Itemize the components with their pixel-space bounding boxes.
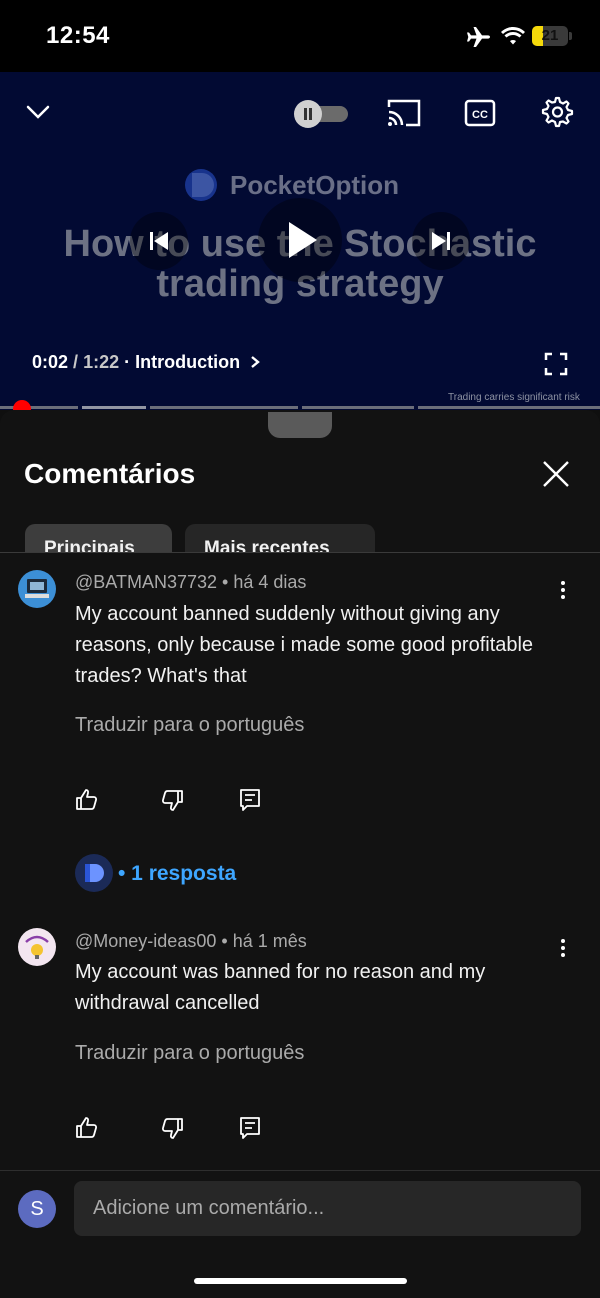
dislike-icon[interactable] <box>160 788 184 812</box>
translate-link[interactable]: Traduzir para o português <box>75 714 304 737</box>
cast-icon[interactable] <box>386 98 422 128</box>
avatar[interactable] <box>18 928 56 966</box>
skip-previous-icon <box>150 232 168 250</box>
duration: 1:22 <box>83 352 120 372</box>
autoplay-toggle[interactable] <box>294 100 350 128</box>
dislike-icon[interactable] <box>160 1116 184 1140</box>
battery-level: 21 <box>541 27 559 44</box>
chevron-right-icon[interactable] <box>249 355 261 369</box>
like-icon[interactable] <box>75 1116 99 1140</box>
comment-age: há 1 mês <box>232 931 307 951</box>
previous-button[interactable] <box>130 212 188 270</box>
translate-link[interactable]: Traduzir para o português <box>75 1042 304 1065</box>
chapter-segment <box>418 406 600 409</box>
status-time: 12:54 <box>46 22 110 49</box>
comment-text: My account was banned for no reason and … <box>75 961 486 1014</box>
like-icon[interactable] <box>75 788 99 812</box>
divider <box>0 1170 600 1171</box>
close-icon[interactable] <box>540 458 572 490</box>
chevron-down-icon[interactable] <box>24 98 52 126</box>
reply-icon[interactable] <box>238 1116 262 1140</box>
comment-text: My account banned suddenly without givin… <box>75 603 534 687</box>
playhead-scrubber[interactable] <box>13 400 31 410</box>
drag-handle[interactable] <box>268 412 332 438</box>
comment-meta: @Money-ideas00 • há 1 mês <box>75 931 307 951</box>
reply-author-avatar[interactable] <box>75 854 113 892</box>
chapter-segment <box>150 406 298 409</box>
battery-icon: 21 <box>532 26 572 46</box>
time-separator: / <box>73 352 79 372</box>
brand-name: PocketOption <box>230 170 400 200</box>
comment-age: há 4 dias <box>233 572 307 592</box>
view-replies-link[interactable]: • 1 resposta <box>118 862 236 886</box>
chapter-segment <box>82 406 146 409</box>
closed-captions-icon[interactable]: CC <box>464 98 496 128</box>
pause-icon <box>294 100 322 128</box>
avatar-image <box>25 579 49 598</box>
video-player[interactable]: CC PocketOption How to use the Stochasti… <box>0 72 600 410</box>
reply-icon[interactable] <box>238 788 262 812</box>
svg-text:CC: CC <box>472 109 488 121</box>
skip-next-icon <box>432 232 450 250</box>
next-button[interactable] <box>412 212 470 270</box>
comment-meta: @BATMAN37732 • há 4 dias <box>75 572 307 592</box>
airplane-mode-icon <box>467 27 490 47</box>
current-time: 0:02 <box>32 352 69 372</box>
risk-disclaimer: Trading carries significant risk <box>448 392 580 403</box>
comment-author[interactable]: @Money-ideas00 <box>75 931 216 951</box>
comments-panel: Comentários Principais Mais recentes @BA… <box>0 410 600 1298</box>
status-bar: 12:54 21 <box>0 0 600 72</box>
chapter-title[interactable]: Introduction <box>135 352 240 372</box>
play-button[interactable] <box>258 198 342 282</box>
pocketoption-logo-icon <box>185 169 217 201</box>
more-options-icon[interactable] <box>553 938 573 958</box>
add-comment-input[interactable] <box>74 1181 581 1236</box>
play-icon <box>289 222 317 258</box>
time-display: 0:02 / 1:22 · Introduction <box>32 352 261 373</box>
avatar-image <box>25 935 49 959</box>
wifi-icon <box>501 27 525 45</box>
panel-title: Comentários <box>24 458 196 489</box>
home-indicator[interactable] <box>194 1278 407 1284</box>
more-options-icon[interactable] <box>553 580 573 600</box>
comment-author[interactable]: @BATMAN37732 <box>75 572 217 592</box>
chapter-segment <box>302 406 414 409</box>
divider <box>0 552 600 553</box>
pocketoption-logo-icon <box>85 864 104 882</box>
settings-gear-icon[interactable] <box>538 94 574 130</box>
fullscreen-icon[interactable] <box>544 352 568 376</box>
avatar[interactable] <box>18 570 56 608</box>
chapter-segment <box>0 406 78 409</box>
current-user-avatar[interactable]: S <box>18 1190 56 1228</box>
